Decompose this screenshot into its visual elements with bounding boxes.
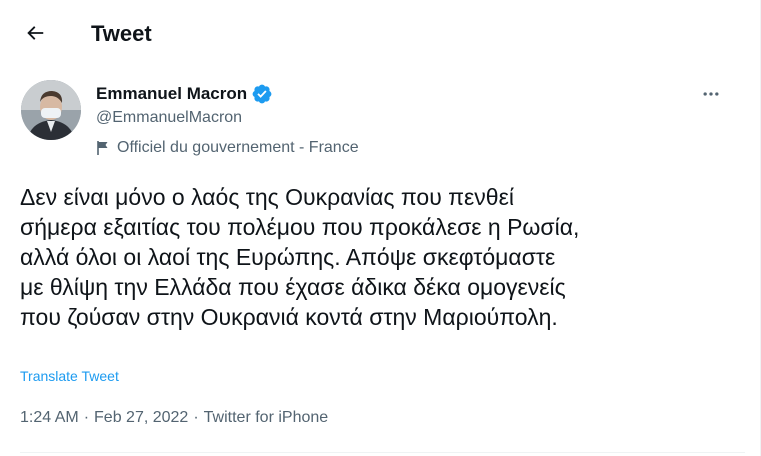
divider	[20, 452, 745, 453]
avatar[interactable]	[21, 80, 81, 140]
meta-separator: ·	[193, 409, 199, 426]
page-header: Tweet	[0, 0, 761, 68]
tweet-source[interactable]: Twitter for iPhone	[204, 408, 329, 428]
government-label-text: Officiel du gouvernement - France	[117, 139, 359, 156]
tweet-metadata: 1:24 AM · Feb 27, 2022 · Twitter for iPh…	[20, 408, 328, 428]
author-display-name[interactable]: Emmanuel Macron	[96, 83, 247, 105]
arrow-left-icon	[27, 26, 44, 40]
avatar-image	[21, 80, 81, 140]
page-title: Tweet	[91, 21, 152, 46]
translate-tweet-link[interactable]: Translate Tweet	[20, 367, 119, 385]
flag-icon	[97, 141, 108, 155]
name-row: Emmanuel Macron	[96, 83, 273, 105]
more-options-button[interactable]	[697, 80, 725, 108]
verified-badge-icon	[252, 84, 272, 104]
more-horizontal-icon	[703, 92, 719, 96]
tweet-date[interactable]: Feb 27, 2022	[94, 408, 188, 428]
author-handle[interactable]: @EmmanuelMacron	[96, 108, 242, 128]
tweet-author: Emmanuel Macron @EmmanuelMacron Officiel…	[21, 80, 741, 160]
meta-separator: ·	[83, 409, 90, 426]
tweet-text: Δεν είναι μόνο ο λαός της Ουκρανίας που …	[20, 184, 580, 330]
government-label: Officiel du gouvernement - France	[95, 138, 359, 158]
tweet-time[interactable]: 1:24 AM	[20, 408, 79, 428]
back-button[interactable]	[18, 16, 52, 50]
